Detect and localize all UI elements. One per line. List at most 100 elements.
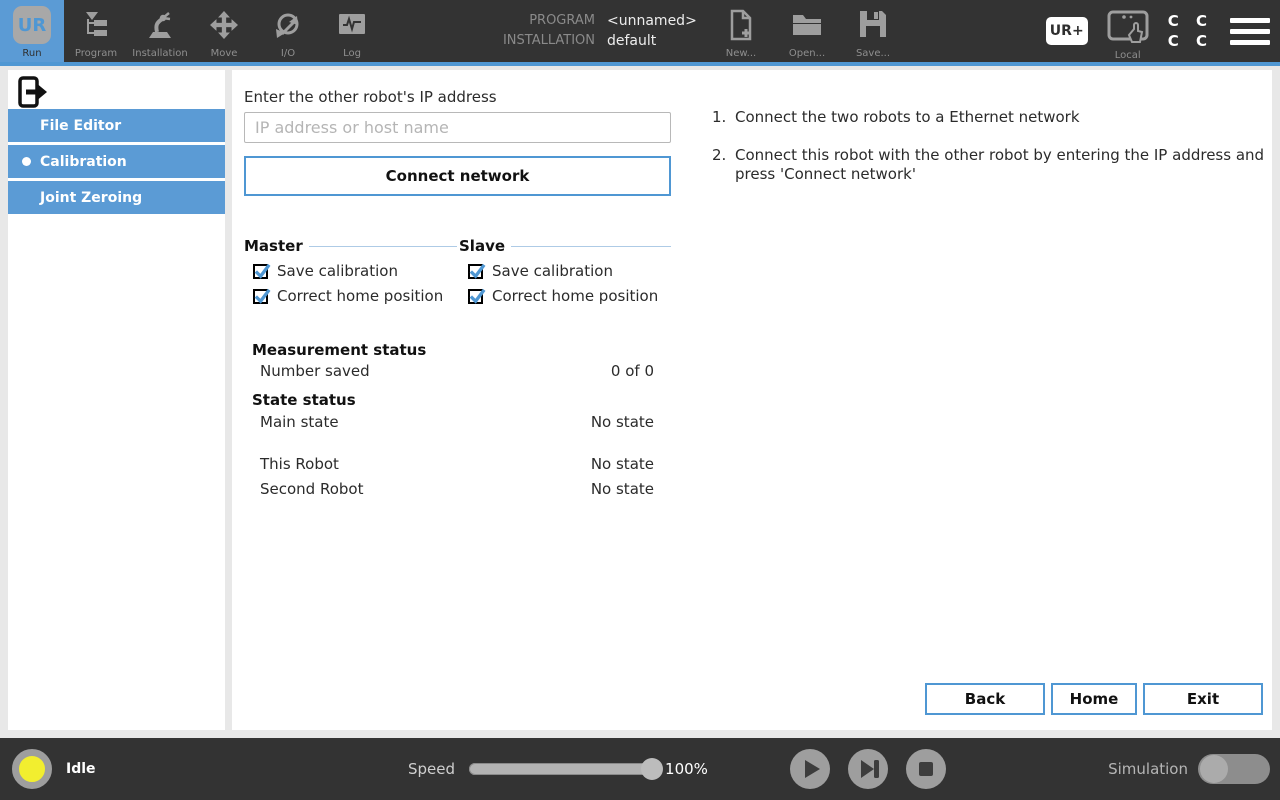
home-button[interactable]: Home [1051,683,1137,715]
slave-save-calibration-checkbox[interactable] [468,264,483,279]
speed-slider[interactable] [469,758,661,780]
robot-arm-icon [145,3,175,47]
speed-control: Speed 100% [408,738,708,800]
local-screen-icon [1105,9,1151,49]
transport-controls [790,749,946,789]
ip-address-input[interactable] [244,112,671,143]
tab-log[interactable]: Log [320,0,384,62]
slave-group-title: Slave [459,237,505,255]
instructions-list: 1. Connect the two robots to a Ethernet … [712,108,1280,203]
clock-row-2: C C [1168,31,1213,51]
sidebar-item-joint-zeroing[interactable]: Joint Zeroing [8,181,225,214]
exit-button[interactable]: Exit [1143,683,1263,715]
tab-io-label: I/O [281,47,295,60]
save-button[interactable]: Save... [844,9,902,59]
status-row-label: Number saved [260,362,370,380]
file-actions: New... Open... [712,9,902,59]
tab-move-label: Move [211,47,238,60]
sidebar-item-file-editor[interactable]: File Editor [8,109,225,142]
local-mode-label: Local [1115,50,1141,61]
back-button[interactable]: Back [925,683,1045,715]
open-button[interactable]: Open... [778,9,836,59]
move-arrows-icon [210,3,238,47]
tab-move[interactable]: Move [192,0,256,62]
status-row-value: No state [591,480,654,498]
instruction-number: 1. [712,108,735,127]
top-bar: UR Run Program [0,0,1280,66]
tab-io[interactable]: I/O [256,0,320,62]
urplus-button[interactable]: UR+ [1046,17,1088,45]
connect-network-button[interactable]: Connect network [244,156,671,196]
speed-slider-knob[interactable] [641,758,663,780]
hamburger-bar [1230,40,1270,45]
sidebar-item-calibration[interactable]: Calibration [8,145,225,178]
group-divider-line [309,246,457,247]
collapse-panel-button[interactable] [18,76,48,112]
local-mode-button[interactable]: Local [1105,9,1151,61]
tab-run-label: Run [22,47,41,60]
instruction-item: 2. Connect this robot with the other rob… [712,146,1280,184]
simulation-control: Simulation [1108,738,1270,800]
hamburger-menu-icon[interactable] [1230,18,1270,45]
simulation-label: Simulation [1108,760,1188,778]
header-right-controls: UR+ Local C C C C [1046,0,1270,62]
master-save-calibration-option[interactable]: Save calibration [253,262,457,280]
new-button[interactable]: New... [712,9,770,59]
polyscope-app: UR Run Program [0,0,1280,800]
clock-display: C C C C [1168,11,1213,51]
open-folder-icon [791,9,823,43]
status-row-label: Main state [260,413,339,431]
play-icon [790,749,830,789]
tab-program[interactable]: Program [64,0,128,62]
log-monitor-icon [338,3,366,47]
new-file-icon [729,9,753,45]
robot-status-light[interactable] [12,749,52,789]
ur-logo-text: UR [18,15,46,36]
step-forward-icon [848,749,888,789]
tab-installation[interactable]: Installation [128,0,192,62]
checkbox-label: Correct home position [277,287,443,305]
simulation-toggle-knob[interactable] [1200,755,1228,783]
master-group-title: Master [244,237,303,255]
status-row: Number saved 0 of 0 [260,362,654,380]
slave-save-calibration-option[interactable]: Save calibration [468,262,671,280]
nav-buttons: Back Home Exit [925,683,1263,715]
master-correct-home-checkbox[interactable] [253,289,268,304]
speed-value: 100% [665,760,708,778]
urplus-label: UR+ [1050,23,1084,39]
status-row-value: No state [591,413,654,431]
hamburger-bar [1230,18,1270,23]
slave-correct-home-option[interactable]: Correct home position [468,287,671,305]
state-status-title: State status [252,391,356,409]
ur-logo-icon: UR [13,3,51,47]
master-group: Master Save calibration Correct home pos… [244,237,457,305]
slave-correct-home-checkbox[interactable] [468,289,483,304]
robot-status-text: Idle [66,761,96,777]
simulation-toggle[interactable] [1198,754,1270,784]
installation-name-value: default [607,33,697,49]
master-save-calibration-checkbox[interactable] [253,264,268,279]
play-button[interactable] [790,749,830,789]
ip-address-label: Enter the other robot's IP address [244,88,497,106]
io-icon [273,3,303,47]
tab-run[interactable]: UR Run [0,0,64,62]
checkmark-icon [253,262,272,281]
open-button-label: Open... [789,48,825,59]
status-row: Main state No state [260,413,654,431]
status-row-value: 0 of 0 [611,362,654,380]
group-divider-line [511,246,671,247]
program-tree-icon [83,3,109,47]
sidebar-item-label: File Editor [40,118,121,134]
stop-icon [906,749,946,789]
instruction-item: 1. Connect the two robots to a Ethernet … [712,108,1280,127]
step-button[interactable] [848,749,888,789]
sidebar-item-label: Joint Zeroing [40,190,142,206]
stop-button[interactable] [906,749,946,789]
status-row-label: Second Robot [260,480,363,498]
speed-slider-track[interactable] [469,763,661,775]
status-row-label: This Robot [260,455,339,473]
master-correct-home-option[interactable]: Correct home position [253,287,457,305]
active-bullet [22,157,31,166]
status-row: This Robot No state [260,455,654,473]
calibration-panel: Enter the other robot's IP address Conne… [232,70,1272,730]
